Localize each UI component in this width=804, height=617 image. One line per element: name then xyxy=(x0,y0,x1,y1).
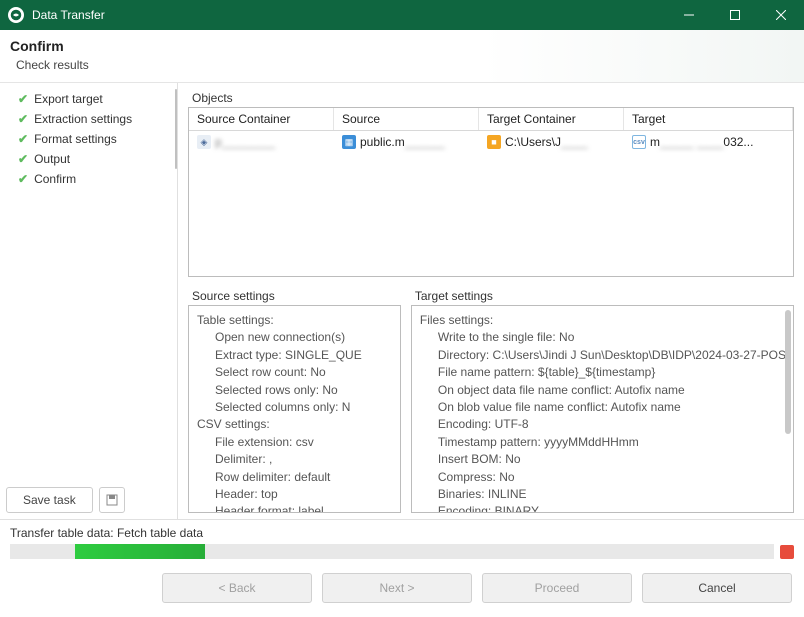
window-title: Data Transfer xyxy=(32,8,666,22)
settings-line: Timestamp pattern: yyyyMMddHHmm xyxy=(420,434,785,451)
settings-line: Selected columns only: N xyxy=(197,399,392,416)
check-icon: ✔ xyxy=(18,172,28,186)
settings-line: Table settings: xyxy=(197,312,392,329)
scrollbar[interactable] xyxy=(785,310,791,434)
progress-fill xyxy=(75,544,205,559)
settings-line: Row delimiter: default xyxy=(197,469,392,486)
check-icon: ✔ xyxy=(18,152,28,166)
wizard-button-row: < Back Next > Proceed Cancel xyxy=(0,563,804,617)
settings-line: Files settings: xyxy=(420,312,785,329)
proceed-button[interactable]: Proceed xyxy=(482,573,632,603)
settings-line: Binaries: INLINE xyxy=(420,486,785,503)
settings-line: Write to the single file: No xyxy=(420,329,785,346)
settings-line: Directory: C:\Users\Jindi J Sun\Desktop\… xyxy=(420,347,785,364)
step-label: Confirm xyxy=(34,172,76,186)
settings-line: File name pattern: ${table}_${timestamp} xyxy=(420,364,785,381)
folder-icon: ■ xyxy=(487,135,501,149)
back-button[interactable]: < Back xyxy=(162,573,312,603)
check-icon: ✔ xyxy=(18,112,28,126)
wizard-header: Confirm Check results xyxy=(0,30,804,83)
next-button[interactable]: Next > xyxy=(322,573,472,603)
cell-source: public.m______ xyxy=(360,135,445,149)
col-source-container[interactable]: Source Container xyxy=(189,108,334,130)
cell-target-container: C:\Users\J____ xyxy=(505,135,588,149)
wizard-step[interactable]: ✔ Extraction settings xyxy=(4,109,173,129)
step-label: Format settings xyxy=(34,132,117,146)
settings-line: Compress: No xyxy=(420,469,785,486)
maximize-button[interactable] xyxy=(712,0,758,30)
col-target[interactable]: Target xyxy=(624,108,793,130)
progress-area: Transfer table data: Fetch table data xyxy=(0,519,804,563)
cell-source-container: p________ xyxy=(215,135,275,149)
settings-line: Select row count: No xyxy=(197,364,392,381)
settings-line: Insert BOM: No xyxy=(420,451,785,468)
save-icon xyxy=(106,494,118,506)
target-settings-box: Files settings:Write to the single file:… xyxy=(411,305,794,513)
scrollbar[interactable] xyxy=(175,89,177,169)
settings-line: Delimiter: , xyxy=(197,451,392,468)
settings-line: Extract type: SINGLE_QUE xyxy=(197,347,392,364)
minimize-button[interactable] xyxy=(666,0,712,30)
settings-line: Header: top xyxy=(197,486,392,503)
settings-line: CSV settings: xyxy=(197,416,392,433)
close-button[interactable] xyxy=(758,0,804,30)
objects-header: Source Container Source Target Container… xyxy=(189,108,793,131)
objects-label: Objects xyxy=(192,91,794,105)
source-settings-label: Source settings xyxy=(192,289,401,303)
check-icon: ✔ xyxy=(18,92,28,106)
wizard-step[interactable]: ✔ Format settings xyxy=(4,129,173,149)
col-target-container[interactable]: Target Container xyxy=(479,108,624,130)
wizard-step[interactable]: ✔ Output xyxy=(4,149,173,169)
settings-line: Encoding: UTF-8 xyxy=(420,416,785,433)
objects-table: Source Container Source Target Container… xyxy=(188,107,794,277)
target-settings-label: Target settings xyxy=(415,289,794,303)
step-label: Output xyxy=(34,152,70,166)
stop-button[interactable] xyxy=(780,545,794,559)
window-titlebar: Data Transfer xyxy=(0,0,804,30)
table-row[interactable]: ◈ p________ ▦ public.m______ ■ C:\Users\J__… xyxy=(189,131,793,153)
settings-line: Header format: label xyxy=(197,503,392,513)
database-icon: ◈ xyxy=(197,135,211,149)
save-task-button[interactable]: Save task xyxy=(6,487,93,513)
cancel-button[interactable]: Cancel xyxy=(642,573,792,603)
progress-label: Transfer table data: Fetch table data xyxy=(10,526,794,540)
settings-line: Encoding: BINARY xyxy=(420,503,785,513)
csv-icon: csv xyxy=(632,135,646,149)
step-label: Extraction settings xyxy=(34,112,132,126)
cell-target: m_____ ____032... xyxy=(650,135,753,149)
settings-line: Selected rows only: No xyxy=(197,382,392,399)
page-title: Confirm xyxy=(10,38,794,54)
source-settings-box: Table settings:Open new connection(s)Ext… xyxy=(188,305,401,513)
table-icon: ▦ xyxy=(342,135,356,149)
settings-line: On blob value file name conflict: Autofi… xyxy=(420,399,785,416)
app-icon xyxy=(8,7,24,23)
settings-line: Open new connection(s) xyxy=(197,329,392,346)
step-label: Export target xyxy=(34,92,103,106)
wizard-steps-sidebar: ✔ Export target ✔ Extraction settings ✔ Forma… xyxy=(0,83,178,519)
progress-bar xyxy=(10,544,774,559)
settings-line: File extension: csv xyxy=(197,434,392,451)
page-subtitle: Check results xyxy=(10,58,794,72)
settings-line: On object data file name conflict: Autof… xyxy=(420,382,785,399)
col-source[interactable]: Source xyxy=(334,108,479,130)
wizard-step[interactable]: ✔ Confirm xyxy=(4,169,173,189)
save-config-button[interactable] xyxy=(99,487,125,513)
wizard-step[interactable]: ✔ Export target xyxy=(4,89,173,109)
check-icon: ✔ xyxy=(18,132,28,146)
